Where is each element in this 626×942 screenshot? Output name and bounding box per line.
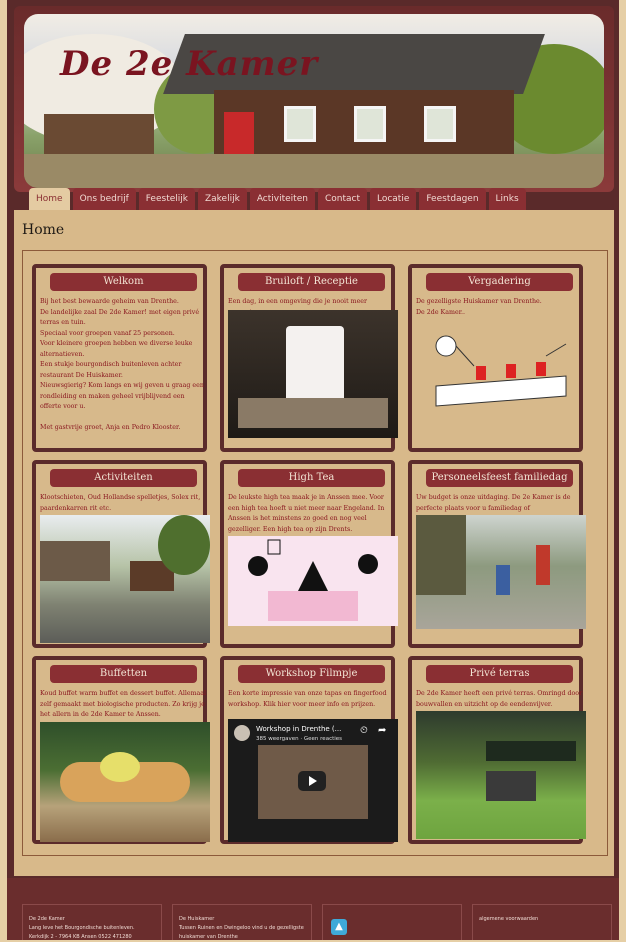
trees-shape bbox=[416, 515, 466, 595]
header-photo: De 2e Kamer bbox=[24, 14, 604, 188]
person-shape bbox=[496, 565, 510, 595]
nav-contact[interactable]: Contact bbox=[317, 188, 367, 210]
site-logo[interactable]: De 2e Kamer bbox=[60, 44, 318, 84]
main-nav: Home Ons bedrijf Feestelijk Zakelijk Act… bbox=[29, 188, 526, 211]
footer-line: Tussen Ruinen en Dwingeloo vind u de gez… bbox=[179, 925, 304, 931]
family-day-photo[interactable] bbox=[416, 515, 586, 629]
card-bruiloft: Bruiloft / Receptie Een dag, in een omge… bbox=[220, 264, 398, 452]
footer-box-huiskamer: De Huiskamer Tussen Ruinen en Dwingeloo … bbox=[172, 904, 312, 940]
barn-window bbox=[424, 106, 456, 142]
umbrella-shape bbox=[486, 741, 576, 761]
table-shape bbox=[238, 398, 388, 428]
card-title[interactable]: Personeelsfeest familiedag bbox=[426, 469, 573, 487]
card-personeelsfeest: Personeelsfeest familiedag Uw budget is … bbox=[408, 460, 586, 648]
video-meta: 385 weergaven · Geen reacties bbox=[256, 736, 343, 742]
nav-locatie[interactable]: Locatie bbox=[369, 188, 417, 210]
meeting-illustration[interactable] bbox=[416, 326, 586, 426]
youtube-video-embed[interactable]: Workshop in Drenthe (... 385 weergaven ·… bbox=[228, 719, 398, 842]
high-tea-illustration[interactable] bbox=[228, 536, 398, 626]
horse-carriage-photo[interactable] bbox=[40, 515, 210, 643]
card-title[interactable]: Activiteiten bbox=[50, 469, 197, 487]
card-text: De 2de Kamer heeft een privé terras. Omr… bbox=[416, 690, 583, 708]
tree-shape bbox=[158, 515, 210, 575]
card-text: Bij het best bewaarde geheim van Drenthe… bbox=[40, 298, 204, 431]
nav-home[interactable]: Home bbox=[29, 188, 70, 210]
page-title: Home bbox=[22, 222, 65, 238]
house-shape bbox=[40, 541, 110, 581]
play-icon bbox=[309, 776, 317, 786]
card-title[interactable]: Buffetten bbox=[50, 665, 197, 683]
meeting-drawing bbox=[435, 335, 567, 407]
card-title[interactable]: Privé terras bbox=[426, 665, 573, 683]
video-title[interactable]: Workshop in Drenthe (... bbox=[256, 725, 341, 733]
card-buffetten: Buffetten Koud buffet warm buffet en des… bbox=[32, 656, 210, 844]
card-vergadering: Vergadering De gezelligste Huiskamer van… bbox=[408, 264, 583, 452]
footer-line: Kerkdijk 2 - 7964 KB Ansen 0522 471280 bbox=[29, 934, 132, 940]
footer-line: huiskamer van Drenthe bbox=[179, 934, 238, 940]
nav-links[interactable]: Links bbox=[488, 188, 526, 210]
card-text: Klootschieten, Oud Hollandse spelletjes,… bbox=[40, 494, 201, 512]
footer-line: Lang leve het Bourgondische buitenleven. bbox=[29, 925, 135, 931]
buffet-photo[interactable] bbox=[40, 722, 210, 842]
card-title[interactable]: Welkom bbox=[50, 273, 197, 291]
barn-window bbox=[284, 106, 316, 142]
card-activiteiten: Activiteiten Klootschieten, Oud Hollands… bbox=[32, 460, 210, 648]
nav-feestelijk[interactable]: Feestelijk bbox=[138, 188, 195, 210]
card-text: Een korte impressie van onze tapas en fi… bbox=[228, 690, 387, 708]
card-high-tea: High Tea De leukste high tea maak je in … bbox=[220, 460, 398, 648]
share-icon[interactable]: ➦ bbox=[378, 725, 386, 736]
card-title[interactable]: Bruiloft / Receptie bbox=[238, 273, 385, 291]
person-shape bbox=[536, 545, 550, 585]
card-text: Koud buffet warm buffet en dessert buffe… bbox=[40, 690, 207, 718]
play-button[interactable] bbox=[298, 771, 326, 791]
terrace-ground bbox=[24, 154, 604, 188]
nav-feestdagen[interactable]: Feestdagen bbox=[419, 188, 486, 210]
nav-activiteiten[interactable]: Activiteiten bbox=[249, 188, 315, 210]
card-text: De gezelligste Huiskamer van Drenthe. De… bbox=[416, 298, 542, 316]
fruit-shape bbox=[100, 752, 140, 782]
footer-line: De Huiskamer bbox=[179, 916, 215, 922]
terms-link[interactable]: algemene voorwaarden bbox=[479, 915, 605, 924]
high-tea-drawing bbox=[248, 539, 378, 621]
footer-box-social: ▲ bbox=[322, 904, 462, 940]
card-title[interactable]: Workshop Filmpje bbox=[238, 665, 385, 683]
footer-box-address: De 2de Kamer Lang leve het Bourgondische… bbox=[22, 904, 162, 940]
card-workshop-filmpje: Workshop Filmpje Een korte impressie van… bbox=[220, 656, 398, 844]
footer-box-terms: algemene voorwaarden bbox=[472, 904, 612, 940]
site-header: De 2e Kamer bbox=[14, 6, 614, 192]
wedding-cake-photo[interactable] bbox=[228, 310, 398, 438]
barn-window bbox=[354, 106, 386, 142]
channel-avatar bbox=[234, 725, 250, 741]
card-text: De leukste high tea maak je in Anssen me… bbox=[228, 494, 385, 533]
main-content: Home Welkom Bij het best bewaarde geheim… bbox=[14, 210, 614, 876]
terrace-photo[interactable] bbox=[416, 711, 586, 839]
twitter-icon[interactable]: ▲ bbox=[331, 919, 347, 935]
nav-zakelijk[interactable]: Zakelijk bbox=[197, 188, 247, 210]
footer: De 2de Kamer Lang leve het Bourgondische… bbox=[7, 878, 619, 940]
card-title[interactable]: High Tea bbox=[238, 469, 385, 487]
card-prive-terras: Privé terras De 2de Kamer heeft een priv… bbox=[408, 656, 586, 844]
chairs-shape bbox=[486, 771, 536, 801]
clock-icon[interactable]: ⏲ bbox=[360, 725, 368, 736]
nav-ons-bedrijf[interactable]: Ons bedrijf bbox=[72, 188, 136, 210]
card-title[interactable]: Vergadering bbox=[426, 273, 573, 291]
footer-line: De 2de Kamer bbox=[29, 916, 65, 922]
card-welkom: Welkom Bij het best bewaarde geheim van … bbox=[32, 264, 207, 452]
